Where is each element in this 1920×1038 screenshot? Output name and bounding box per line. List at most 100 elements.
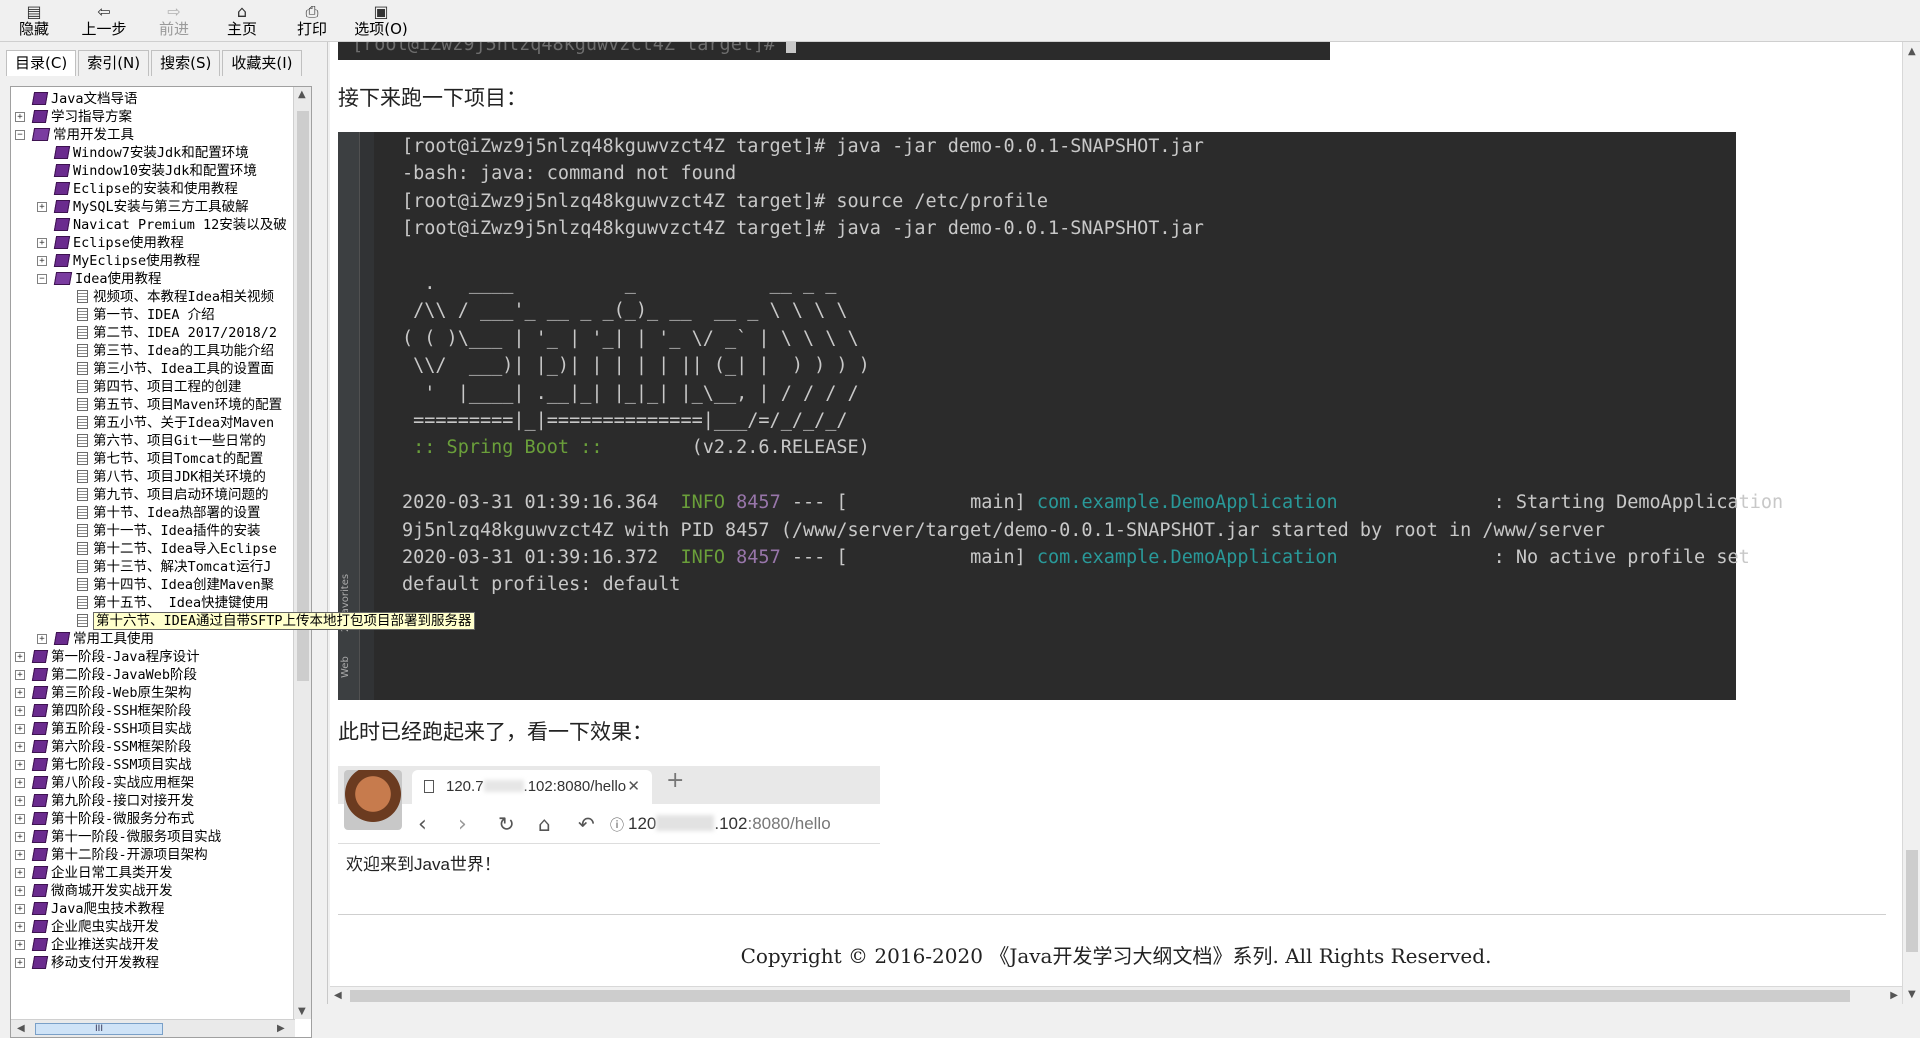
- scroll-right-icon[interactable]: ▶: [277, 1023, 285, 1034]
- page-icon: [77, 452, 88, 465]
- tree-item-label: 第三小节、Idea工具的设置面: [93, 361, 275, 377]
- expand-icon[interactable]: +: [15, 958, 25, 968]
- tree-item[interactable]: 第十六节、IDEA通过自带SFTP上传本地打包项目部署到服务器: [11, 612, 491, 630]
- expand-icon[interactable]: +: [15, 724, 25, 734]
- scroll-down-icon[interactable]: ▼: [298, 1006, 306, 1017]
- tree-item-label: 常用工具使用: [73, 631, 154, 647]
- tree-item-label: 第九节、项目启动环境问题的: [93, 487, 269, 503]
- expand-icon[interactable]: +: [15, 796, 25, 806]
- tree-scroll-thumb[interactable]: [297, 111, 309, 681]
- hide-button[interactable]: ▤ 隐藏: [6, 2, 62, 40]
- scroll-right-icon[interactable]: ▶: [1890, 990, 1898, 1001]
- book-icon: [31, 794, 49, 807]
- expand-icon[interactable]: +: [37, 634, 47, 644]
- expand-icon[interactable]: +: [37, 238, 47, 248]
- close-tab-icon[interactable]: ✕: [627, 770, 640, 804]
- collapse-icon[interactable]: −: [37, 274, 47, 284]
- back-icon[interactable]: ‹: [418, 812, 427, 837]
- tree-item-label: 第十一节、Idea插件的安装: [93, 523, 261, 539]
- content-hscroll-thumb[interactable]: [350, 990, 1850, 1002]
- reload-icon[interactable]: ↻: [498, 812, 515, 836]
- expand-icon[interactable]: +: [15, 112, 25, 122]
- book-icon: [31, 110, 49, 123]
- home-icon[interactable]: ⌂: [538, 812, 551, 836]
- expand-icon[interactable]: +: [15, 688, 25, 698]
- expand-icon[interactable]: +: [15, 652, 25, 662]
- expand-icon[interactable]: +: [15, 670, 25, 680]
- book-icon: [31, 740, 49, 753]
- tree-item-label: Eclipse使用教程: [73, 235, 184, 251]
- tree-item-label: 第五节、项目Maven环境的配置: [93, 397, 283, 413]
- scroll-down-icon[interactable]: ▼: [1908, 989, 1916, 1000]
- tree-item-label: 企业爬虫实战开发: [51, 919, 159, 935]
- expand-icon[interactable]: +: [15, 814, 25, 824]
- tree-horizontal-scrollbar[interactable]: ◀ III ▶: [11, 1019, 295, 1037]
- scroll-left-icon[interactable]: ◀: [17, 1023, 25, 1034]
- navigation-tabs: 目录(C) 索引(N) 搜索(S) 收藏夹(I): [6, 50, 324, 76]
- expand-icon[interactable]: +: [15, 778, 25, 788]
- book-icon: [31, 812, 49, 825]
- expand-icon[interactable]: +: [15, 706, 25, 716]
- expand-icon[interactable]: +: [15, 922, 25, 932]
- tree-item-label: 第四节、项目工程的创建: [93, 379, 242, 395]
- url-field[interactable]: 120.102:8080/hello: [628, 814, 831, 834]
- contents-tree: Java文档导语 + 学习指导方案 − 常用开发工具 Window7安装Jdk和配置环境 W…: [10, 86, 475, 1038]
- expand-icon[interactable]: +: [37, 256, 47, 266]
- expand-icon[interactable]: +: [15, 940, 25, 950]
- tree-item-label: 企业日常工具类开发: [51, 865, 173, 881]
- tree-item-label: 第二节、IDEA 2017/2018/2: [93, 325, 278, 341]
- navigation-pane: 目录(C) 索引(N) 搜索(S) 收藏夹(I) Java文档导语 + 学习指导方案…: [0, 42, 475, 1038]
- expand-icon[interactable]: +: [15, 832, 25, 842]
- tab-index[interactable]: 索引(N): [78, 50, 150, 76]
- expand-icon[interactable]: +: [15, 742, 25, 752]
- terminal-line: 2020-03-31 01:39:16.364 INFO 8457 --- [ …: [402, 492, 1784, 514]
- tree-item-label: 第一阶段-Java程序设计: [51, 649, 200, 665]
- expand-icon[interactable]: +: [15, 850, 25, 860]
- book-icon: [31, 704, 49, 717]
- expand-icon[interactable]: +: [15, 904, 25, 914]
- undo-icon[interactable]: ↶: [578, 812, 595, 836]
- home-icon: ⌂: [236, 2, 248, 21]
- new-tab-icon[interactable]: +: [666, 768, 684, 793]
- redacted-ip: [656, 815, 715, 831]
- tab-search[interactable]: 搜索(S): [151, 50, 221, 76]
- tab-contents[interactable]: 目录(C): [6, 50, 77, 76]
- browser-tab[interactable]: 120.7.102:8080/hello ✕: [412, 770, 652, 804]
- terminal-line: 9j5nlzq48kguwvzct4Z with PID 8457 (/www/…: [402, 519, 1605, 541]
- page-icon: [77, 542, 88, 555]
- forward-icon[interactable]: ›: [458, 812, 467, 837]
- tree-item-label: 第十节、Idea热部署的设置: [93, 505, 261, 521]
- scroll-up-icon[interactable]: ▲: [1908, 46, 1916, 57]
- expand-icon[interactable]: +: [15, 886, 25, 896]
- expand-icon[interactable]: +: [15, 760, 25, 770]
- terminal-line: -bash: java: command not found: [402, 163, 737, 185]
- forward-arrow-icon: ⇨: [167, 2, 181, 21]
- web-label[interactable]: Web: [340, 648, 358, 678]
- tree-item-label: Navicat Premium 12安装以及破: [73, 217, 287, 233]
- collapse-icon[interactable]: −: [15, 130, 25, 140]
- scroll-up-icon[interactable]: ▲: [298, 89, 306, 100]
- tree-vertical-scrollbar[interactable]: ▲ ▼: [293, 87, 311, 1019]
- book-icon: [31, 884, 49, 897]
- content-vertical-scrollbar[interactable]: ▲ ▼: [1902, 42, 1920, 1004]
- page-icon: [77, 326, 88, 339]
- divider: [338, 914, 1886, 915]
- terminal-line: \\/ ___)| |_)| | | | | || (_| | ) ) ) ): [402, 355, 870, 377]
- expand-icon[interactable]: +: [15, 868, 25, 878]
- terminal-line: /\\ / ___'_ __ _ _(_)_ __ __ _ \ \ \ \: [402, 300, 848, 322]
- tree-item-label: 第六阶段-SSM框架阶段: [51, 739, 192, 755]
- back-button[interactable]: ⇦ 上一步: [76, 2, 132, 40]
- document-content: [root@iZwz9j5nlzq48kguwvzct4Z target]# 接…: [330, 42, 1902, 986]
- forward-button[interactable]: ⇨ 前进: [146, 2, 202, 40]
- expand-icon[interactable]: +: [37, 202, 47, 212]
- options-button[interactable]: ▣ 选项(O): [350, 2, 412, 40]
- tree-hscroll-thumb[interactable]: III: [35, 1023, 163, 1035]
- print-button[interactable]: ⎙ 打印: [284, 2, 340, 40]
- scroll-left-icon[interactable]: ◀: [334, 990, 342, 1001]
- content-scroll-thumb[interactable]: [1906, 850, 1918, 952]
- home-button[interactable]: ⌂ 主页: [214, 2, 270, 40]
- book-icon: [53, 146, 71, 159]
- tab-favorites[interactable]: 收藏夹(I): [222, 50, 302, 76]
- content-horizontal-scrollbar[interactable]: ◀ ▶: [330, 986, 1902, 1004]
- terminal-line: ( ( )\___ | '_ | '_| | '_ \/ _` | \ \ \ …: [402, 327, 859, 349]
